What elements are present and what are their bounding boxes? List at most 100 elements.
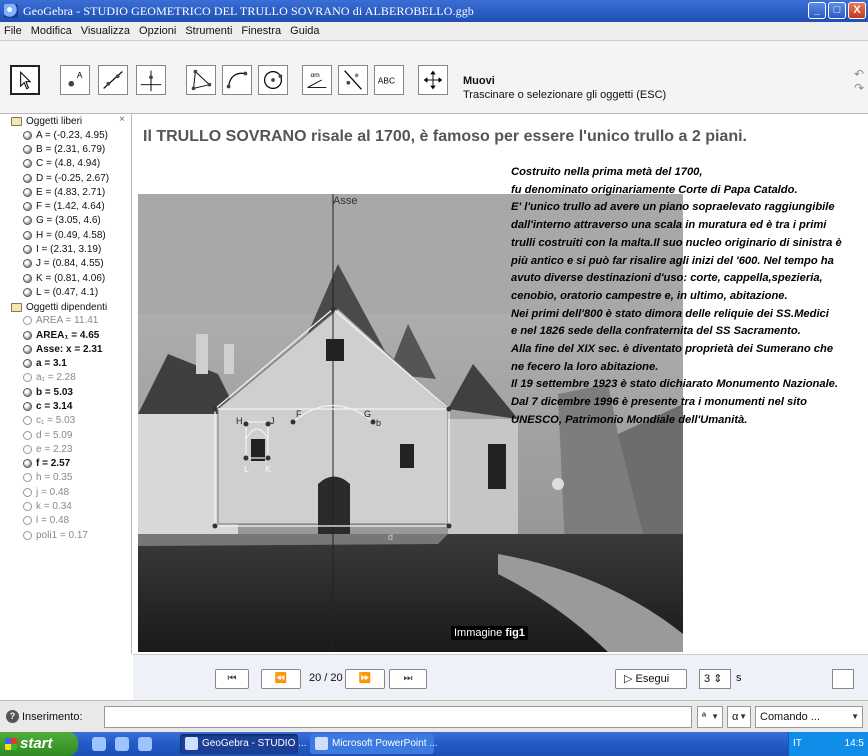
circle-arc-tool-button[interactable] xyxy=(222,65,252,95)
visibility-toggle-icon[interactable] xyxy=(23,530,32,540)
visibility-toggle-icon[interactable] xyxy=(23,273,32,283)
algebra-object-item[interactable]: D = (-0.25, 2.67) xyxy=(0,171,131,185)
algebra-object-item[interactable]: AREA = 11.41 xyxy=(0,314,131,328)
next-step-button[interactable]: ⏩ xyxy=(345,669,385,689)
algebra-object-item[interactable]: l = 0.48 xyxy=(0,514,131,528)
algebra-object-item[interactable]: G = (3.05, 4.6) xyxy=(0,214,131,228)
visibility-toggle-icon[interactable] xyxy=(23,387,32,397)
point-tool-button[interactable]: A xyxy=(60,65,90,95)
visibility-toggle-icon[interactable] xyxy=(23,516,32,526)
algebra-object-item[interactable]: B = (2.31, 6.79) xyxy=(0,142,131,156)
line-tool-button[interactable] xyxy=(98,65,128,95)
greek-select[interactable]: α ▼ xyxy=(727,706,751,728)
visibility-toggle-icon[interactable] xyxy=(23,373,32,383)
symbol-select[interactable]: ª ▼ xyxy=(697,706,723,728)
taskbar-item-geogebra[interactable]: GeoGebra - STUDIO ... xyxy=(180,734,306,754)
algebra-object-item[interactable]: a₁ = 2.28 xyxy=(0,371,131,385)
algebra-object-item[interactable]: k = 0.34 xyxy=(0,499,131,513)
minimize-button[interactable]: _ xyxy=(808,2,826,19)
move-tool-button[interactable] xyxy=(10,65,40,95)
menu-visualizza[interactable]: Visualizza xyxy=(81,25,130,37)
visibility-toggle-icon[interactable] xyxy=(23,416,32,426)
visibility-toggle-icon[interactable] xyxy=(23,159,32,169)
ie-icon[interactable] xyxy=(92,737,106,751)
perpendicular-tool-button[interactable] xyxy=(136,65,166,95)
free-objects-folder[interactable]: Oggetti liberi xyxy=(0,115,131,128)
description-text[interactable]: Costruito nella prima metà del 1700, fu … xyxy=(511,164,868,430)
algebra-object-item[interactable]: K = (0.81, 4.06) xyxy=(0,271,131,285)
algebra-object-item[interactable]: AREA₁ = 4.65 xyxy=(0,328,131,342)
close-algebra-icon[interactable]: × xyxy=(119,114,125,125)
visibility-toggle-icon[interactable] xyxy=(23,216,32,226)
menu-guida[interactable]: Guida xyxy=(290,25,319,37)
visibility-toggle-icon[interactable] xyxy=(23,430,32,440)
translate-view-tool-button[interactable] xyxy=(418,65,448,95)
visibility-toggle-icon[interactable] xyxy=(23,230,32,240)
visibility-toggle-icon[interactable] xyxy=(23,444,32,454)
dependent-objects-folder[interactable]: Oggetti dipendenti xyxy=(0,301,131,314)
visibility-toggle-icon[interactable] xyxy=(23,245,32,255)
menu-finestra[interactable]: Finestra xyxy=(241,25,281,37)
algebra-object-item[interactable]: c₁ = 5.03 xyxy=(0,414,131,428)
visibility-toggle-icon[interactable] xyxy=(23,144,32,154)
visibility-toggle-icon[interactable] xyxy=(23,187,32,197)
algebra-object-item[interactable]: A = (-0.23, 4.95) xyxy=(0,128,131,142)
text-tool-button[interactable]: ABC xyxy=(374,65,404,95)
visibility-toggle-icon[interactable] xyxy=(23,330,32,340)
visibility-toggle-icon[interactable] xyxy=(23,487,32,497)
algebra-object-item[interactable]: L = (0.47, 4.1) xyxy=(0,285,131,299)
undo-redo-icon[interactable]: ↶ ↷ xyxy=(854,67,866,95)
first-step-button[interactable]: ⏮ xyxy=(215,669,249,689)
algebra-object-item[interactable]: j = 0.48 xyxy=(0,485,131,499)
input-field[interactable] xyxy=(104,706,692,728)
algebra-object-item[interactable]: E = (4.83, 2.71) xyxy=(0,185,131,199)
polygon-tool-button[interactable] xyxy=(186,65,216,95)
browser-icon[interactable] xyxy=(138,737,152,751)
visibility-toggle-icon[interactable] xyxy=(23,173,32,183)
media-icon[interactable] xyxy=(115,737,129,751)
visibility-toggle-icon[interactable] xyxy=(23,344,32,354)
algebra-object-item[interactable]: e = 2.23 xyxy=(0,442,131,456)
menu-file[interactable]: File xyxy=(4,25,22,37)
play-button[interactable]: ▷ Esegui xyxy=(615,669,687,689)
command-select[interactable]: Comando ... ▼ xyxy=(755,706,863,728)
algebra-object-item[interactable]: H = (0.49, 4.58) xyxy=(0,228,131,242)
visibility-toggle-icon[interactable] xyxy=(23,202,32,212)
visibility-toggle-icon[interactable] xyxy=(23,401,32,411)
reflect-tool-button[interactable] xyxy=(338,65,368,95)
visibility-toggle-icon[interactable] xyxy=(23,287,32,297)
construction-protocol-icon[interactable] xyxy=(832,669,854,689)
algebra-object-item[interactable]: b = 5.03 xyxy=(0,385,131,399)
algebra-object-item[interactable]: J = (0.84, 4.55) xyxy=(0,257,131,271)
help-icon[interactable]: ? xyxy=(6,710,19,723)
algebra-object-item[interactable]: F = (1.42, 4.64) xyxy=(0,199,131,213)
close-button[interactable]: X xyxy=(848,2,866,19)
menu-strumenti[interactable]: Strumenti xyxy=(185,25,232,37)
algebra-object-item[interactable]: Asse: x = 2.31 xyxy=(0,342,131,356)
algebra-object-item[interactable]: f = 2.57 xyxy=(0,457,131,471)
last-step-button[interactable]: ⏭ xyxy=(389,669,427,689)
graphics-view[interactable]: Il TRULLO SOVRANO risale al 1700, è famo… xyxy=(133,114,868,654)
algebra-object-item[interactable]: d = 5.09 xyxy=(0,428,131,442)
conic-tool-button[interactable] xyxy=(258,65,288,95)
menu-opzioni[interactable]: Opzioni xyxy=(139,25,176,37)
maximize-button[interactable]: □ xyxy=(828,2,846,19)
taskbar-item-powerpoint[interactable]: Microsoft PowerPoint ... xyxy=(310,734,438,754)
visibility-toggle-icon[interactable] xyxy=(23,316,32,326)
algebra-object-item[interactable]: a = 3.1 xyxy=(0,356,131,370)
stepper-arrows-icon[interactable]: ⇕ xyxy=(713,673,722,685)
angle-tool-button[interactable]: αm xyxy=(302,65,332,95)
visibility-toggle-icon[interactable] xyxy=(23,259,32,269)
algebra-object-item[interactable]: c = 3.14 xyxy=(0,399,131,413)
algebra-object-item[interactable]: poli1 = 0.17 xyxy=(0,528,131,542)
menu-modifica[interactable]: Modifica xyxy=(31,25,72,37)
speed-stepper[interactable]: 3 ⇕ xyxy=(699,669,731,689)
visibility-toggle-icon[interactable] xyxy=(23,473,32,483)
visibility-toggle-icon[interactable] xyxy=(23,130,32,140)
algebra-object-item[interactable]: h = 0.35 xyxy=(0,471,131,485)
visibility-toggle-icon[interactable] xyxy=(23,459,32,469)
start-button[interactable]: start xyxy=(0,732,78,756)
previous-step-button[interactable]: ⏪ xyxy=(261,669,301,689)
visibility-toggle-icon[interactable] xyxy=(23,359,32,369)
language-indicator[interactable]: IT xyxy=(793,732,802,756)
